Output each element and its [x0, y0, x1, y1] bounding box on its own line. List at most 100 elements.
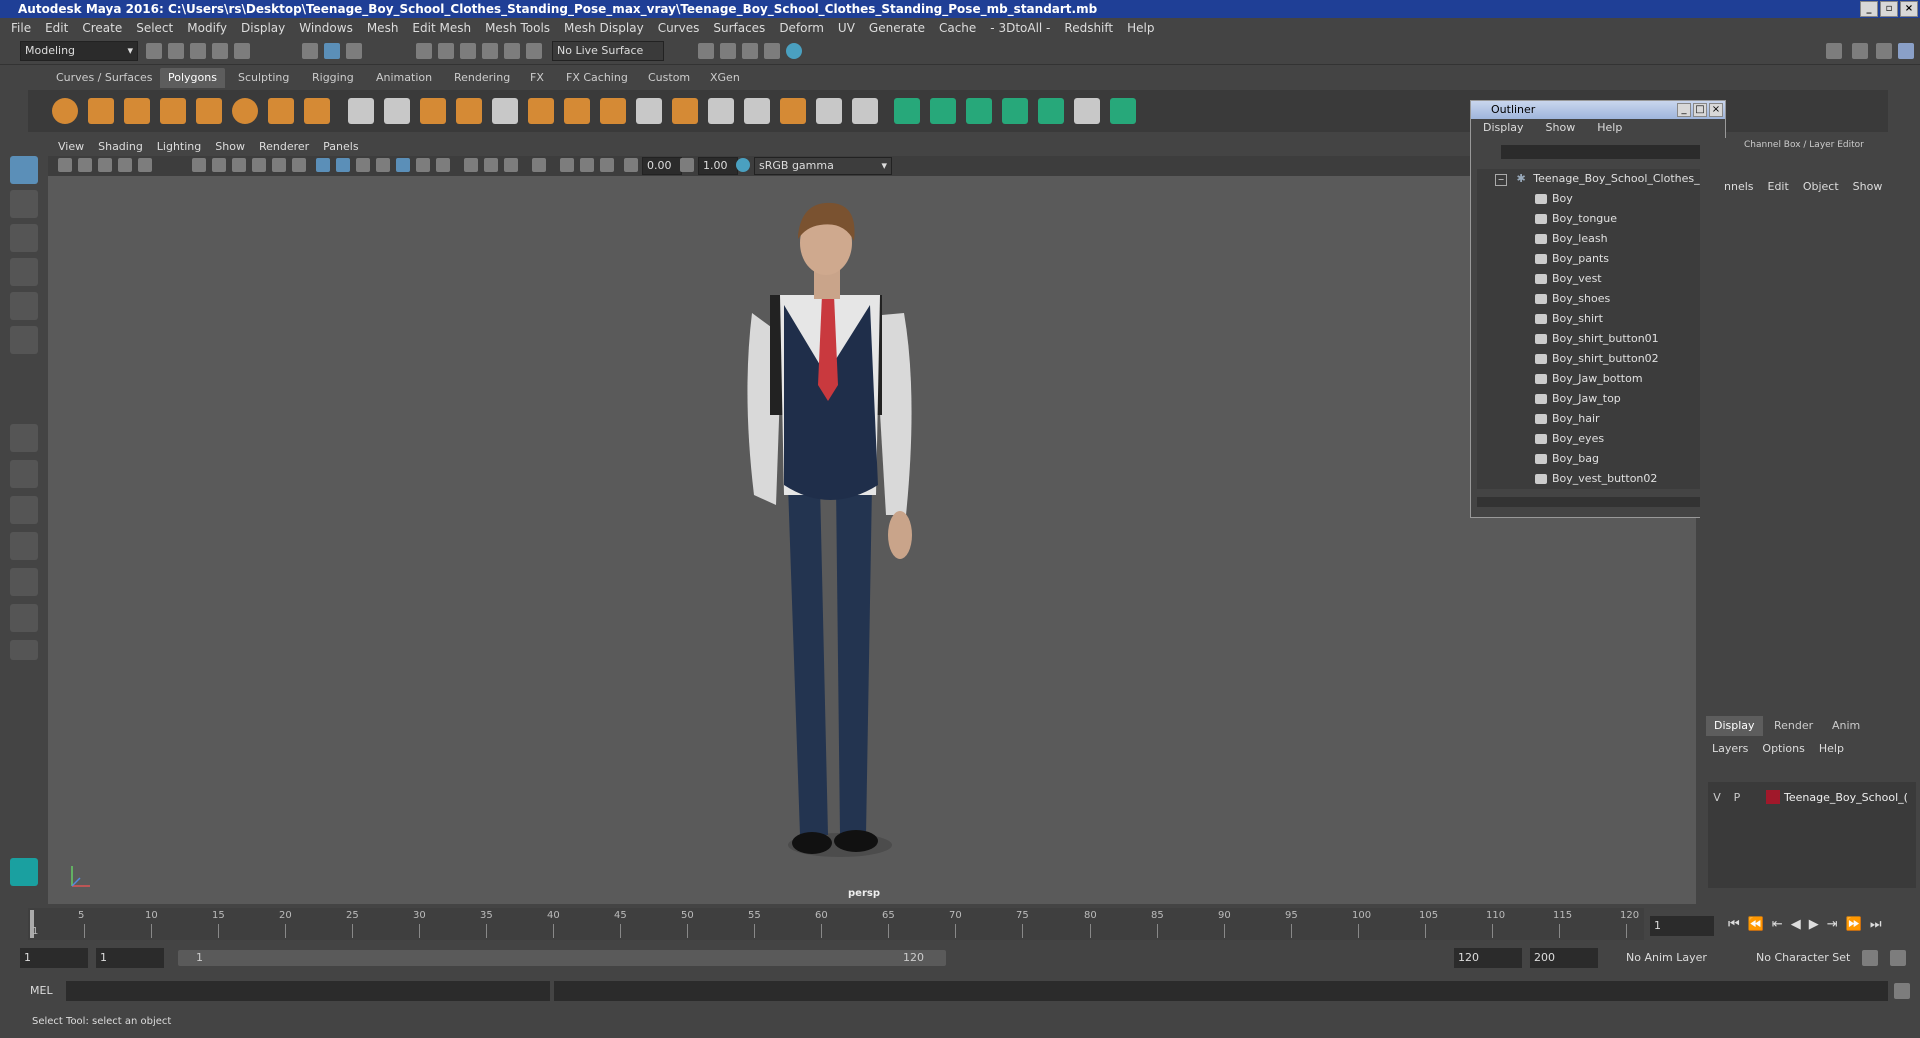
playback-start-field[interactable]: 1	[96, 948, 164, 968]
outliner-item[interactable]: Boy_leash	[1535, 232, 1608, 245]
layer-row[interactable]: V P Teenage_Boy_School_(	[1710, 788, 1916, 806]
poly-cylinder-icon[interactable]	[124, 98, 150, 124]
render-view-icon[interactable]	[698, 43, 714, 59]
rotate-tool-icon[interactable]	[10, 292, 38, 320]
poly-plane-icon[interactable]	[196, 98, 222, 124]
time-slider[interactable]: 1 5 10 15 20 25 30 35 40 45 50 55 60 65 70 75 80 85 90 95 1…	[28, 908, 1644, 940]
step-back-key-icon[interactable]: ⏪	[1748, 917, 1764, 932]
cb-menu-object[interactable]: Object	[1803, 180, 1839, 193]
restore-button[interactable]: ▫	[1880, 1, 1898, 17]
command-language-label[interactable]: MEL	[30, 984, 53, 997]
resolution-gate-icon[interactable]	[232, 158, 246, 172]
menu-select[interactable]: Select	[133, 18, 176, 38]
outliner-root[interactable]: − ✱ Teenage_Boy_School_Clothes_Sta	[1495, 172, 1709, 186]
maximize-button[interactable]: □	[1693, 103, 1707, 117]
bookmark-icon[interactable]	[98, 158, 112, 172]
playback-end-field[interactable]: 120	[1454, 948, 1522, 968]
go-to-end-icon[interactable]: ⏭	[1870, 917, 1882, 932]
preferences-icon[interactable]	[1890, 950, 1906, 966]
shelf-tab-xgen[interactable]: XGen	[702, 68, 748, 88]
uv-unfold-icon[interactable]	[1038, 98, 1064, 124]
snap-plane-icon[interactable]	[482, 43, 498, 59]
persp-hypershade-icon[interactable]	[10, 568, 38, 596]
outliner-item[interactable]: Boy_shirt_button02	[1535, 352, 1659, 365]
select-object-icon[interactable]	[324, 43, 340, 59]
extrude-icon[interactable]	[528, 98, 554, 124]
snap-curve-icon[interactable]	[438, 43, 454, 59]
save-scene-icon[interactable]	[190, 43, 206, 59]
mirror-icon[interactable]	[420, 98, 446, 124]
uv-planar-icon[interactable]	[894, 98, 920, 124]
minimize-button[interactable]: _	[1860, 1, 1878, 17]
character-model[interactable]	[740, 195, 970, 875]
outliner-titlebar[interactable]: Outliner _ □ ×	[1471, 101, 1725, 119]
menu-mesh-display[interactable]: Mesh Display	[561, 18, 647, 38]
anti-aliasing-icon[interactable]	[504, 158, 518, 172]
outliner-item[interactable]: Boy_eyes	[1535, 432, 1604, 445]
outliner-item[interactable]: Boy_pants	[1535, 252, 1609, 265]
poly-torus-icon[interactable]	[232, 98, 258, 124]
snap-grid-icon[interactable]	[416, 43, 432, 59]
shadows-icon[interactable]	[436, 158, 450, 172]
menu-display[interactable]: Display	[238, 18, 288, 38]
layout-more-icon[interactable]	[10, 640, 38, 660]
shelf-tab-fx[interactable]: FX	[522, 68, 552, 88]
menu-mesh[interactable]: Mesh	[364, 18, 402, 38]
select-hierarchy-icon[interactable]	[302, 43, 318, 59]
ambient-occlusion-icon[interactable]	[464, 158, 478, 172]
hypershade-icon[interactable]	[786, 43, 802, 59]
outliner-search-input[interactable]	[1501, 145, 1717, 159]
motion-blur-icon[interactable]	[484, 158, 498, 172]
outliner-item[interactable]: Boy_vest_button02	[1535, 472, 1657, 485]
outliner-item[interactable]: Boy_vest	[1535, 272, 1602, 285]
append-icon[interactable]	[672, 98, 698, 124]
menu-curves[interactable]: Curves	[655, 18, 703, 38]
target-weld-icon[interactable]	[636, 98, 662, 124]
current-frame-field[interactable]: 1	[1650, 916, 1714, 936]
shelf-tab-sculpting[interactable]: Sculpting	[230, 68, 297, 88]
ipr-render-icon[interactable]	[742, 43, 758, 59]
shelf-tab-polygons[interactable]: Polygons	[160, 68, 225, 88]
vp-menu-view[interactable]: View	[58, 138, 84, 156]
new-scene-icon[interactable]	[146, 43, 162, 59]
gamma-field[interactable]: 1.00	[698, 157, 738, 175]
2d-pan-zoom-icon[interactable]	[138, 158, 152, 172]
menu-windows[interactable]: Windows	[296, 18, 356, 38]
render-frame-icon[interactable]	[720, 43, 736, 59]
render-settings-icon[interactable]	[764, 43, 780, 59]
cb-menu-edit[interactable]: Edit	[1768, 180, 1789, 193]
menu-edit-mesh[interactable]: Edit Mesh	[409, 18, 474, 38]
menu-create[interactable]: Create	[79, 18, 125, 38]
collapse-icon[interactable]: −	[1495, 174, 1507, 186]
xray-components-icon[interactable]	[600, 158, 614, 172]
scale-tool-icon[interactable]	[10, 326, 38, 354]
outliner-item[interactable]: Boy_Jaw_top	[1535, 392, 1621, 405]
bevel-icon[interactable]	[492, 98, 518, 124]
grid-icon[interactable]	[192, 158, 206, 172]
select-tool-icon[interactable]	[10, 156, 38, 184]
uv-spherical-icon[interactable]	[966, 98, 992, 124]
persp-outliner-icon[interactable]	[10, 496, 38, 524]
mode-selector[interactable]: Modeling ▾	[20, 41, 138, 61]
single-perspective-icon[interactable]	[10, 424, 38, 452]
uv-cylindrical-icon[interactable]	[930, 98, 956, 124]
open-scene-icon[interactable]	[168, 43, 184, 59]
color-management-icon[interactable]	[736, 158, 750, 172]
redo-icon[interactable]	[234, 43, 250, 59]
camera-attributes-icon[interactable]	[78, 158, 92, 172]
field-chart-icon[interactable]	[272, 158, 286, 172]
menu-uv[interactable]: UV	[835, 18, 858, 38]
camera-select-icon[interactable]	[58, 158, 72, 172]
layer-playback-toggle[interactable]: P	[1730, 791, 1744, 804]
persp-graph-icon[interactable]	[10, 532, 38, 560]
vp-menu-show[interactable]: Show	[215, 138, 245, 156]
outliner-item[interactable]: Boy_bag	[1535, 452, 1599, 465]
menu-edit[interactable]: Edit	[42, 18, 71, 38]
layer-menu-layers[interactable]: Layers	[1712, 742, 1748, 755]
safe-action-icon[interactable]	[292, 158, 306, 172]
layer-menu-help[interactable]: Help	[1819, 742, 1844, 755]
shelf-tab-rigging[interactable]: Rigging	[304, 68, 362, 88]
insert-edge-loop-icon[interactable]	[708, 98, 734, 124]
combine-icon[interactable]	[348, 98, 374, 124]
separate-icon[interactable]	[384, 98, 410, 124]
